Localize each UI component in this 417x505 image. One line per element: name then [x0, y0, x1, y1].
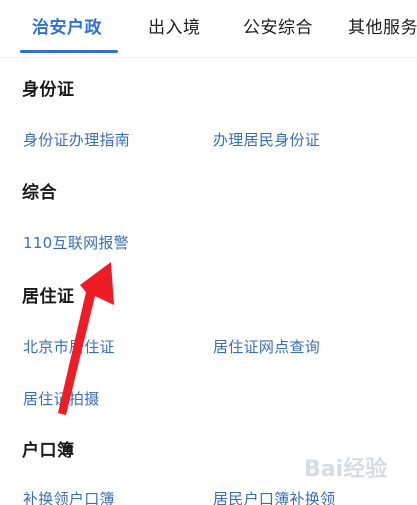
section-title-residence-permit: 居住证 — [22, 287, 75, 307]
baidu-jingyan-watermark: Bai经验 — [304, 456, 387, 482]
link-residence-permit-photo[interactable]: 居住证拍摄 — [23, 388, 100, 410]
tab-qita-fuwu[interactable]: 其他服务 — [348, 15, 417, 41]
link-id-card-guide[interactable]: 身份证办理指南 — [23, 129, 130, 151]
link-110-online-report[interactable]: 110互联网报警 — [23, 232, 129, 254]
link-household-register-reissue[interactable]: 居民户口簿补换领 — [213, 488, 335, 505]
app-page: 治安户政 出入境 公安综合 其他服务 身份证 身份证办理指南 办理居民身份证 综… — [0, 0, 417, 505]
active-tab-indicator — [20, 50, 118, 53]
link-apply-id-card[interactable]: 办理居民身份证 — [213, 129, 320, 151]
category-tab-bar: 治安户政 出入境 公安综合 其他服务 — [0, 0, 417, 58]
watermark-text: Bai经验 — [304, 456, 387, 482]
link-replace-household-register[interactable]: 补换领户口簿 — [23, 488, 115, 505]
link-residence-permit-outlets[interactable]: 居住证网点查询 — [213, 336, 320, 358]
tab-gongan-zonghe[interactable]: 公安综合 — [243, 15, 313, 41]
tab-zhian-huzheng[interactable]: 治安户政 — [32, 15, 102, 41]
link-beijing-residence-permit[interactable]: 北京市居住证 — [23, 336, 115, 358]
section-title-general: 综合 — [22, 183, 57, 203]
section-title-household-register: 户口簿 — [22, 441, 75, 461]
tab-churujing[interactable]: 出入境 — [148, 15, 201, 41]
section-title-id-card: 身份证 — [22, 80, 75, 100]
